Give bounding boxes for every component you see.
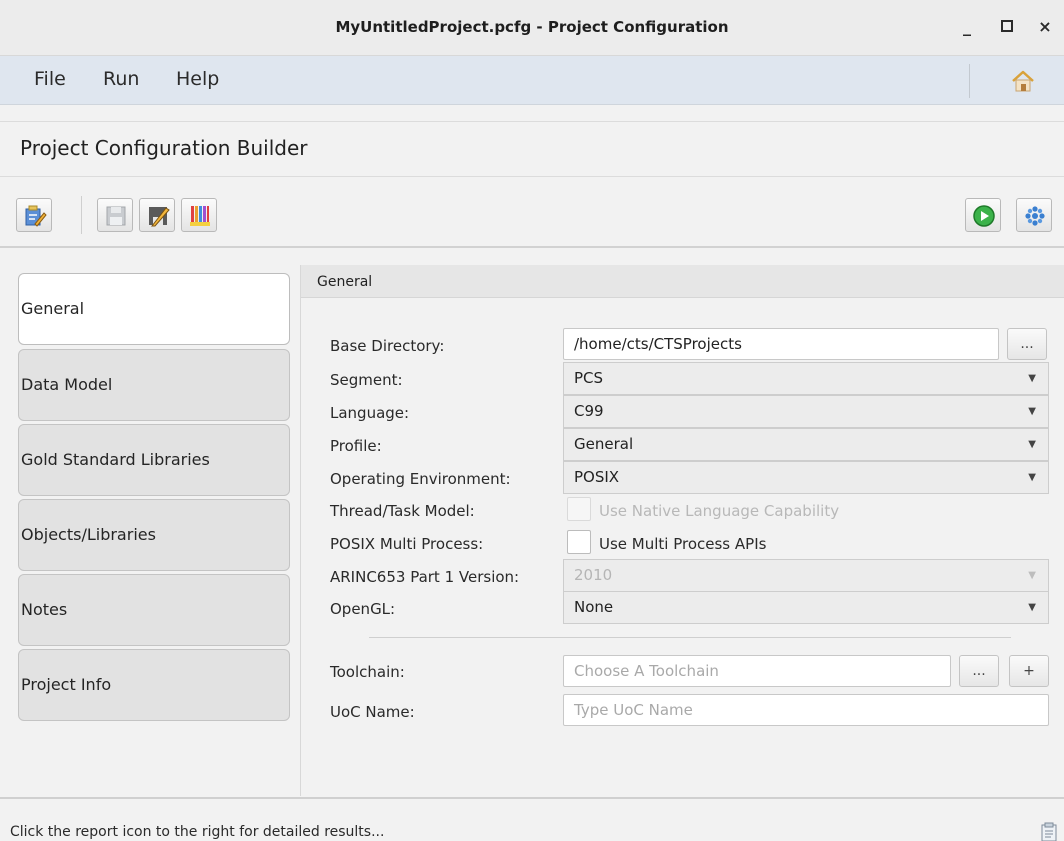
settings-icon	[1025, 206, 1045, 226]
thread-model-label: Thread/Task Model:	[330, 502, 475, 520]
edit-project-icon	[25, 205, 47, 227]
save-button[interactable]	[97, 198, 133, 232]
language-value: C99	[574, 402, 604, 420]
run-icon	[973, 205, 995, 227]
menu-help[interactable]: Help	[176, 68, 219, 90]
chart-icon	[190, 206, 210, 226]
menu-run[interactable]: Run	[103, 68, 139, 90]
toolchain-browse-button[interactable]: ...	[959, 655, 999, 687]
chevron-down-icon: ▼	[1028, 570, 1036, 581]
title-bar: MyUntitledProject.pcfg - Project Configu…	[0, 0, 1064, 56]
arinc-version-label: ARINC653 Part 1 Version:	[330, 568, 520, 586]
section-title: General	[317, 274, 373, 290]
edit-project-button[interactable]	[16, 198, 52, 232]
uoc-name-label: UoC Name:	[330, 703, 415, 721]
profile-value: General	[574, 435, 634, 453]
language-label: Language:	[330, 404, 410, 422]
status-text: Click the report icon to the right for d…	[10, 824, 385, 840]
close-button[interactable]: ×	[1032, 14, 1058, 40]
nav-item-notes[interactable]: Notes	[18, 574, 290, 646]
menu-bar: File Run Help	[0, 56, 1064, 105]
arinc-version-value: 2010	[574, 566, 613, 584]
status-bar: Click the report icon to the right for d…	[0, 797, 1064, 841]
chevron-down-icon: ▼	[1028, 472, 1036, 483]
chevron-down-icon: ▼	[1028, 602, 1036, 613]
profile-select[interactable]: General ▼	[563, 428, 1049, 461]
base-directory-field[interactable]: /home/cts/CTSProjects	[563, 328, 999, 360]
maximize-button[interactable]	[994, 14, 1020, 40]
report-icon[interactable]	[1041, 822, 1057, 841]
save-as-icon	[149, 207, 170, 227]
nav-item-project-info[interactable]: Project Info	[18, 649, 290, 721]
segment-value: PCS	[574, 369, 604, 387]
operating-environment-select[interactable]: POSIX ▼	[563, 461, 1049, 494]
nav-item-objects-libraries[interactable]: Objects/Libraries	[18, 499, 290, 571]
segment-select[interactable]: PCS ▼	[563, 362, 1049, 395]
maximize-icon	[1001, 20, 1013, 32]
profile-label: Profile:	[330, 437, 382, 455]
save-icon	[106, 206, 126, 226]
language-select[interactable]: C99 ▼	[563, 395, 1049, 428]
native-language-checkbox[interactable]	[567, 497, 591, 521]
base-directory-label: Base Directory:	[330, 337, 445, 355]
save-as-button[interactable]	[139, 198, 175, 232]
segment-label: Segment:	[330, 371, 403, 389]
native-language-checkbox-label: Use Native Language Capability	[599, 502, 840, 520]
settings-button[interactable]	[1016, 198, 1052, 232]
operating-environment-label: Operating Environment:	[330, 470, 511, 488]
page-header: Project Configuration Builder	[0, 121, 1064, 177]
window-title: MyUntitledProject.pcfg - Project Configu…	[335, 18, 729, 36]
minimize-button[interactable]: _	[954, 14, 980, 40]
toolbar-separator	[81, 196, 82, 234]
add-toolchain-button[interactable]: +	[1009, 655, 1049, 687]
multi-process-checkbox[interactable]	[567, 530, 591, 554]
multi-process-checkbox-label: Use Multi Process APIs	[599, 535, 767, 553]
toolchain-label: Toolchain:	[330, 663, 405, 681]
opengl-label: OpenGL:	[330, 600, 396, 618]
opengl-value: None	[574, 598, 614, 616]
toolbar	[0, 190, 1064, 248]
home-icon[interactable]	[1010, 68, 1036, 94]
run-button[interactable]	[965, 198, 1001, 232]
menu-separator	[969, 64, 970, 98]
general-panel: General Base Directory: /home/cts/CTSPro…	[300, 265, 1064, 796]
nav-item-data-model[interactable]: Data Model	[18, 349, 290, 421]
arinc-version-select[interactable]: 2010 ▼	[563, 559, 1049, 592]
page-title: Project Configuration Builder	[20, 136, 308, 160]
form-divider	[369, 637, 1011, 638]
section-header: General	[301, 265, 1064, 298]
base-directory-browse-button[interactable]: ...	[1007, 328, 1047, 360]
chevron-down-icon: ▼	[1028, 406, 1036, 417]
posix-multi-process-label: POSIX Multi Process:	[330, 535, 484, 553]
uoc-name-input[interactable]: Type UoC Name	[563, 694, 1049, 726]
opengl-select[interactable]: None ▼	[563, 591, 1049, 624]
toolchain-input[interactable]: Choose A Toolchain	[563, 655, 951, 687]
chart-button[interactable]	[181, 198, 217, 232]
chevron-down-icon: ▼	[1028, 373, 1036, 384]
operating-environment-value: POSIX	[574, 468, 620, 486]
nav-item-general[interactable]: General	[18, 273, 290, 345]
chevron-down-icon: ▼	[1028, 439, 1036, 450]
nav-item-gold-standard-libraries[interactable]: Gold Standard Libraries	[18, 424, 290, 496]
menu-file[interactable]: File	[34, 68, 66, 90]
